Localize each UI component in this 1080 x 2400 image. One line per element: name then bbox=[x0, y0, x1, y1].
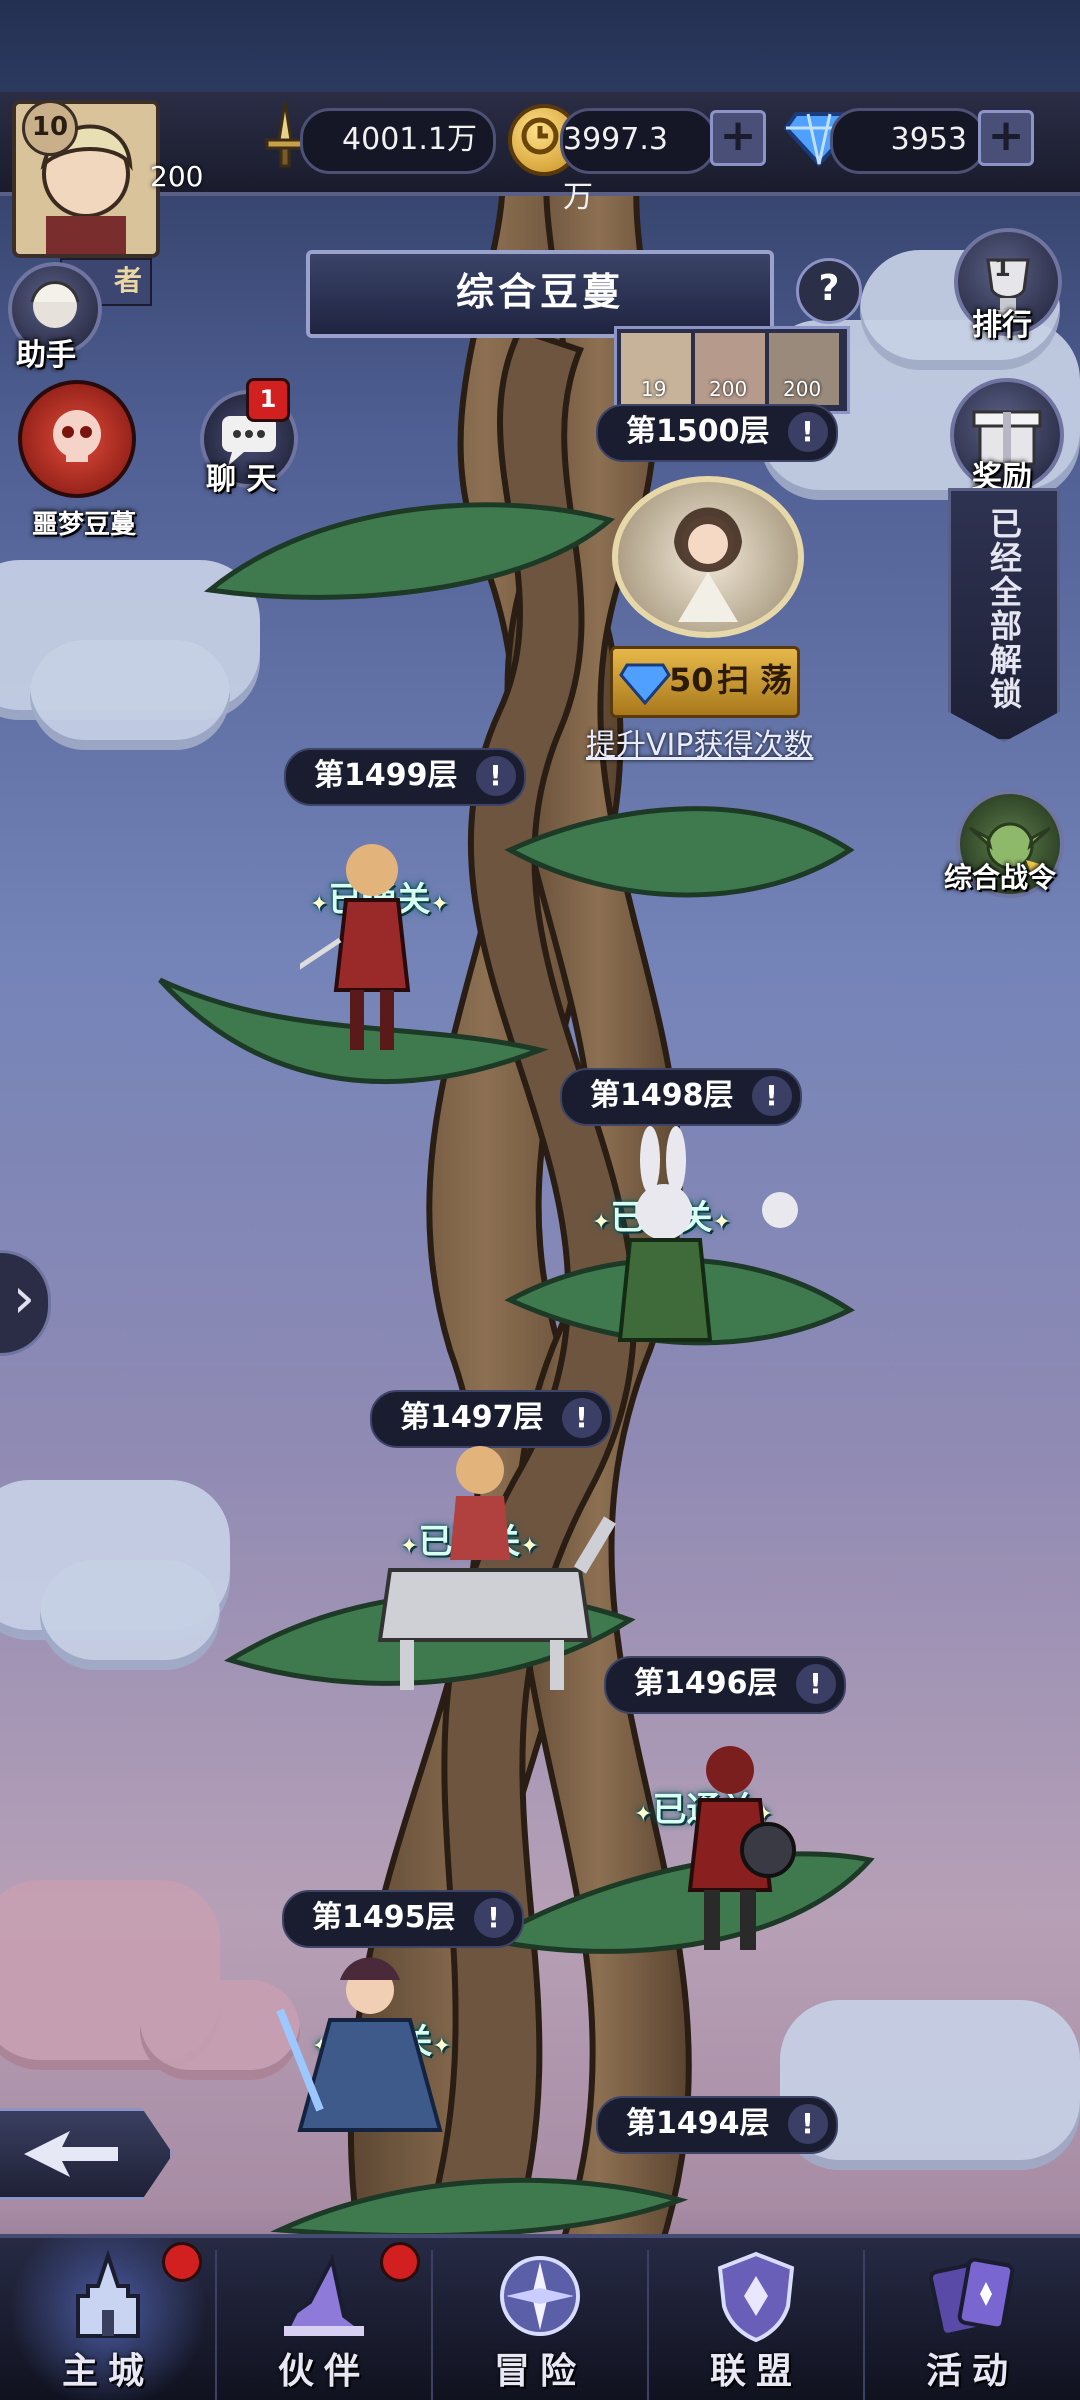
sweep-cost: 50 bbox=[669, 661, 714, 699]
plus-icon: + bbox=[987, 110, 1025, 161]
energy-value: 200 bbox=[150, 160, 204, 193]
vip-link[interactable]: 提升VIP获得次数 bbox=[586, 720, 813, 764]
add-gold-button[interactable]: + bbox=[710, 110, 766, 166]
help-button[interactable]: ? bbox=[796, 258, 862, 324]
warrior-character-icon bbox=[300, 844, 411, 1050]
rabbit-character-icon bbox=[617, 1126, 798, 1342]
side-expand-button[interactable]: › bbox=[0, 1250, 51, 1356]
back-arrow-icon bbox=[24, 2131, 118, 2177]
skull-icon bbox=[53, 410, 101, 462]
castle-icon bbox=[76, 2249, 140, 2338]
team-slot-level: 19 bbox=[641, 377, 667, 401]
info-icon: ! bbox=[787, 412, 828, 452]
add-diamond-button[interactable]: + bbox=[978, 110, 1034, 166]
floor-label: 第1497层 bbox=[400, 1400, 544, 1435]
floor-label: 第1498层 bbox=[590, 1078, 734, 1113]
team-slot: 19 bbox=[621, 333, 691, 405]
notification-dot bbox=[380, 2242, 420, 2282]
nav-partners[interactable]: 伙伴 bbox=[216, 2238, 432, 2400]
boss-character-icon bbox=[674, 507, 742, 622]
info-icon: ! bbox=[751, 1076, 792, 1116]
floor-label: 第1499层 bbox=[314, 758, 458, 793]
cards-icon bbox=[928, 2257, 1015, 2337]
cloud bbox=[30, 640, 230, 750]
nav-label: 联盟 bbox=[709, 2351, 802, 2392]
power-value: 4001.1万 bbox=[342, 122, 477, 157]
team-slot: 200 bbox=[695, 333, 765, 405]
sweep-label: 扫 荡 bbox=[717, 661, 793, 699]
team-slot-level: 200 bbox=[709, 377, 748, 401]
floor-tag-1498[interactable]: 第1498层 ! bbox=[560, 1068, 802, 1126]
info-icon: ! bbox=[475, 756, 516, 796]
team-slot-level: 200 bbox=[783, 377, 822, 401]
assistant-label: 助手 bbox=[16, 338, 76, 373]
chat-label: 聊 天 bbox=[206, 462, 277, 497]
player-level-badge: 10 bbox=[22, 100, 78, 156]
wizard-hat-icon bbox=[284, 2254, 366, 2336]
nav-label: 伙伴 bbox=[277, 2351, 370, 2392]
floor-tag-1494[interactable]: 第1494层 ! bbox=[596, 2096, 838, 2154]
info-icon: ! bbox=[795, 1664, 836, 1704]
gold-display: 3997.3万 bbox=[560, 108, 716, 215]
floor-tag-1496[interactable]: 第1496层 ! bbox=[604, 1656, 846, 1714]
power-display: 4001.1万 bbox=[300, 108, 496, 174]
back-button[interactable] bbox=[0, 2108, 173, 2200]
unlock-status-text: 已经全部解锁 bbox=[985, 507, 1023, 711]
cloud bbox=[40, 1560, 220, 1670]
diamond-value: 3953 bbox=[890, 122, 967, 157]
diamond-icon bbox=[619, 663, 671, 705]
knight-on-horse-icon bbox=[377, 1446, 617, 1690]
chat-unread-badge: 1 bbox=[246, 378, 290, 422]
sweep-button[interactable]: 50 扫 荡 bbox=[610, 646, 800, 718]
title-banner: 综合豆蔓 bbox=[306, 250, 774, 338]
floor-label: 第1496层 bbox=[634, 1666, 778, 1701]
nav-events[interactable]: 活动 bbox=[864, 2238, 1080, 2400]
nightmare-beanstalk-label: 噩梦豆蔓 bbox=[32, 510, 137, 540]
nav-label: 冒险 bbox=[493, 2351, 586, 2392]
notification-dot bbox=[162, 2242, 202, 2282]
gold-value: 3997.3万 bbox=[563, 122, 668, 215]
nav-label: 活动 bbox=[925, 2351, 1018, 2392]
floor-tag-1499[interactable]: 第1499层 ! bbox=[284, 748, 526, 806]
floor-label: 第1500层 bbox=[626, 414, 770, 449]
info-icon: ! bbox=[787, 2104, 828, 2144]
floor-label: 第1494层 bbox=[626, 2106, 770, 2141]
nightmare-beanstalk-button[interactable] bbox=[18, 380, 136, 498]
plus-icon: + bbox=[719, 110, 757, 161]
red-knight-character-icon bbox=[687, 1746, 796, 1950]
nav-label: 主城 bbox=[61, 2351, 154, 2392]
team-slot: 200 bbox=[769, 333, 839, 405]
title-text: 综合豆蔓 bbox=[455, 270, 624, 314]
nav-alliance[interactable]: 联盟 bbox=[648, 2238, 864, 2400]
mage-character-icon bbox=[276, 1957, 443, 2132]
leaf bbox=[270, 2177, 689, 2239]
unlock-status-panel: 已经全部解锁 bbox=[948, 488, 1060, 742]
nav-main-city[interactable]: 主城 bbox=[0, 2238, 216, 2400]
leaf bbox=[504, 806, 855, 898]
ranking-label: 排行 bbox=[972, 308, 1032, 343]
nav-adventure[interactable]: 冒险 bbox=[432, 2238, 648, 2400]
shield-icon bbox=[717, 2251, 795, 2343]
chevron-right-icon: › bbox=[12, 1266, 36, 1331]
team-preview[interactable]: 19 200 200 bbox=[614, 326, 850, 414]
compass-icon bbox=[500, 2256, 580, 2336]
floor-boss-portrait[interactable] bbox=[612, 476, 804, 638]
info-icon: ! bbox=[473, 1898, 514, 1938]
battle-pass-label: 综合战令 bbox=[944, 861, 1057, 894]
leaf bbox=[204, 502, 616, 600]
floor-tag-1495[interactable]: 第1495层 ! bbox=[282, 1890, 524, 1948]
ranking-number: 1 bbox=[994, 254, 1011, 282]
diamond-display: 3953 bbox=[830, 108, 986, 174]
floor-label: 第1495层 bbox=[312, 1900, 456, 1935]
floor-tag-1500[interactable]: 第1500层 ! bbox=[596, 404, 838, 462]
info-icon: ! bbox=[561, 1398, 602, 1438]
question-icon: ? bbox=[818, 268, 840, 309]
